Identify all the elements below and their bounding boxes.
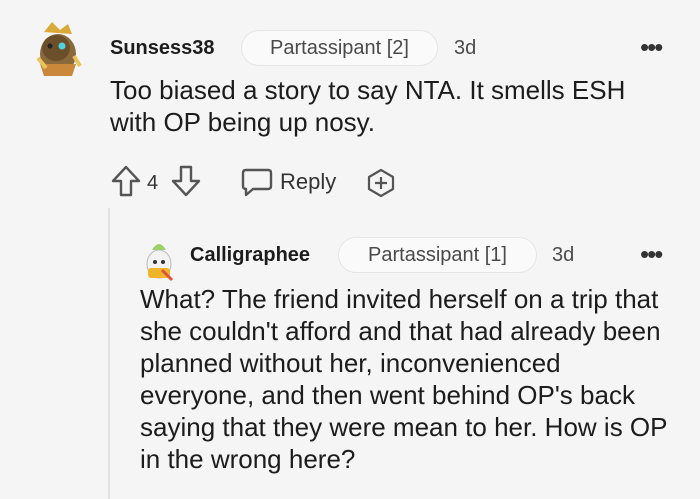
timestamp[interactable]: 3d bbox=[454, 37, 476, 60]
comment-actions: 4 Reply bbox=[110, 164, 410, 200]
comment: Sunsess38 Partassipant [2] 3d ••• Too bi… bbox=[0, 0, 700, 210]
downvote-arrow-icon[interactable] bbox=[170, 164, 202, 203]
avatar[interactable] bbox=[30, 18, 86, 80]
avatar[interactable] bbox=[142, 236, 176, 282]
comment-body: Too biased a story to say NTA. It smells… bbox=[110, 75, 626, 137]
vote-score: 4 bbox=[147, 172, 159, 194]
user-flair: Partassipant [1] bbox=[338, 237, 537, 273]
upvote-arrow-icon[interactable] bbox=[110, 164, 142, 203]
user-flair: Partassipant [2] bbox=[241, 30, 438, 66]
timestamp[interactable]: 3d bbox=[552, 244, 574, 267]
snoo-avatar-icon bbox=[36, 22, 82, 76]
speech-bubble-icon[interactable] bbox=[240, 167, 274, 202]
plus-award-icon[interactable] bbox=[365, 167, 397, 204]
username[interactable]: Sunsess38 bbox=[110, 37, 215, 60]
more-options-button[interactable]: ••• bbox=[640, 241, 663, 267]
comment-reply: Calligraphee Partassipant [1] 3d ••• Wha… bbox=[0, 230, 700, 499]
comment-body: What? The friend invited herself on a tr… bbox=[140, 284, 668, 474]
more-options-button[interactable]: ••• bbox=[640, 34, 663, 60]
username[interactable]: Calligraphee bbox=[190, 244, 310, 267]
reply-button[interactable]: Reply bbox=[280, 169, 336, 195]
snoo-avatar-icon bbox=[146, 244, 174, 282]
